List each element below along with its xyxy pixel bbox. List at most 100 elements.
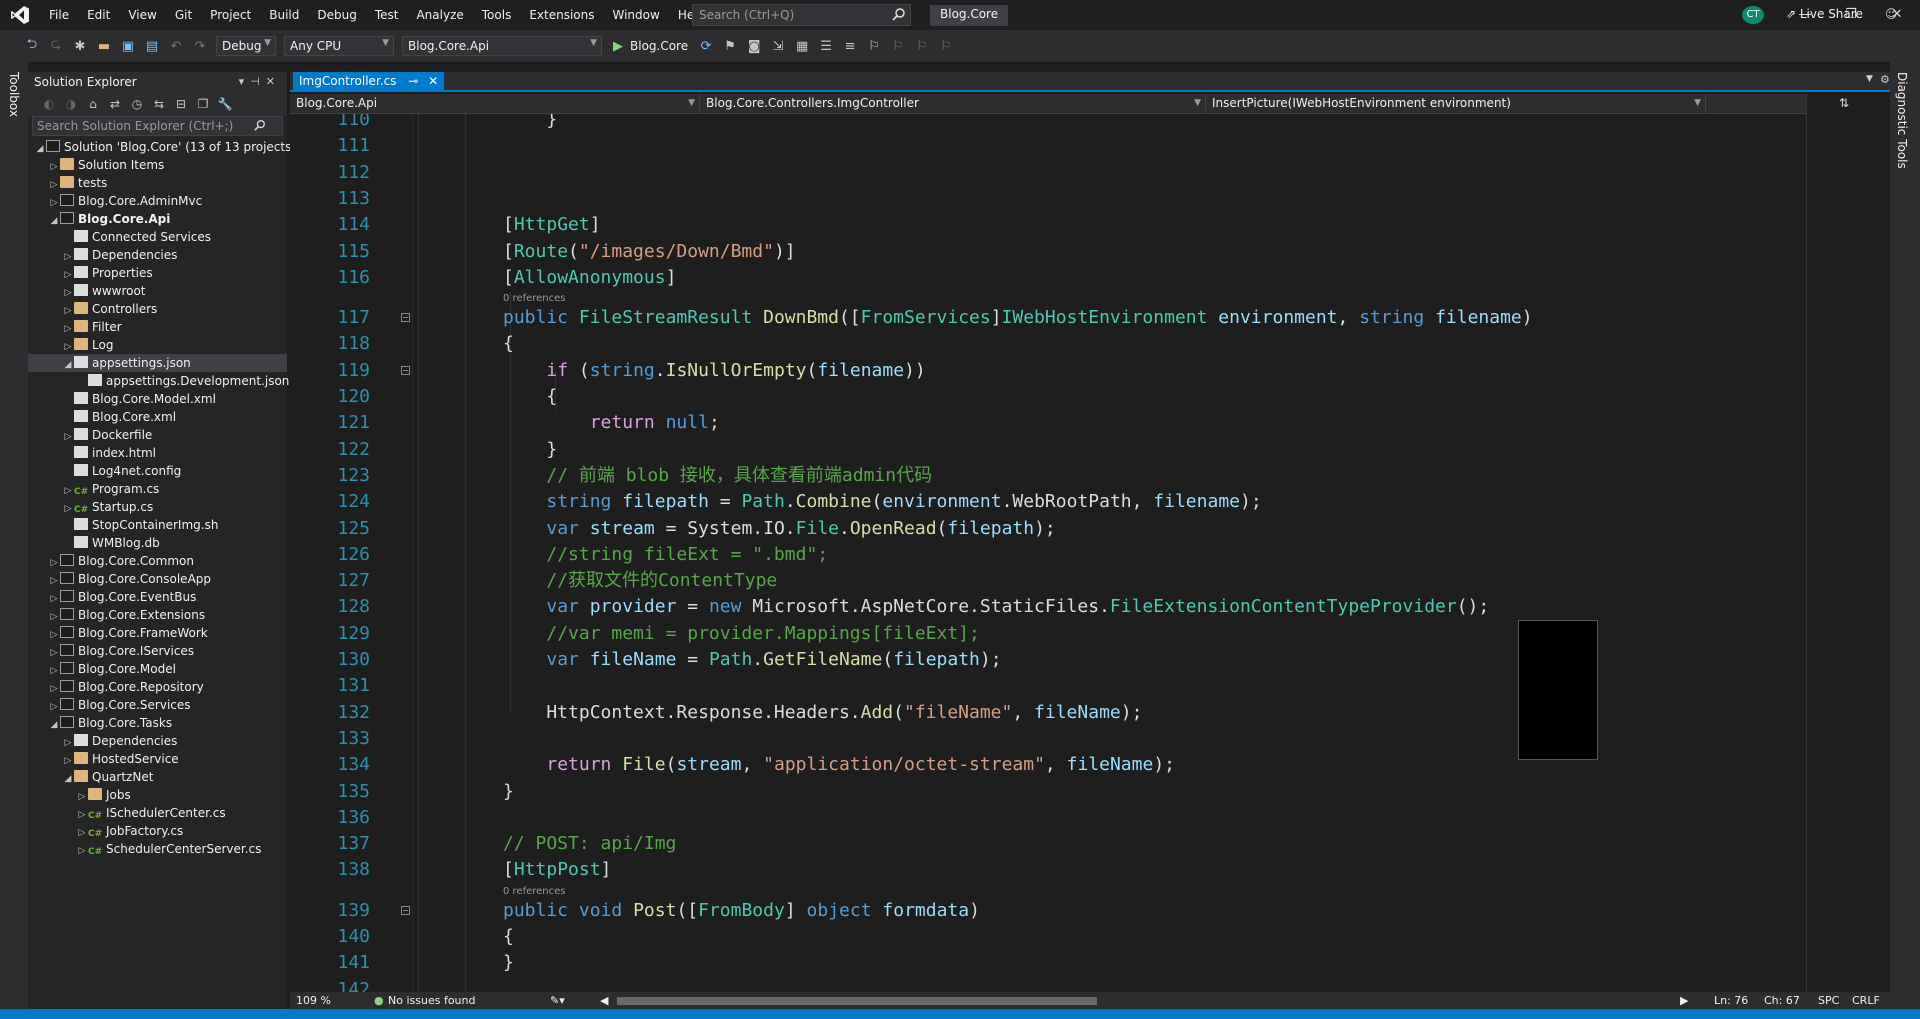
split-icon[interactable]: ⇅ xyxy=(1839,96,1849,110)
search-input[interactable]: Search (Ctrl+Q) xyxy=(692,4,911,26)
scroll-left-icon[interactable]: ◀ xyxy=(600,994,608,1007)
home-icon[interactable]: ⌂ xyxy=(85,95,101,113)
tree-item[interactable]: index.html xyxy=(28,444,287,462)
platform-dropdown[interactable]: Any CPU ▼ xyxy=(284,36,394,56)
tree-item[interactable]: ▷ Controllers xyxy=(28,300,287,318)
live-share-button[interactable]: ⇗ Live Share xyxy=(1786,7,1863,21)
camera-icon[interactable]: ◙ xyxy=(745,37,763,55)
search-icon[interactable] xyxy=(254,119,266,134)
minimap-viewport[interactable] xyxy=(1518,620,1598,760)
tree-item[interactable]: ▷ Blog.Core.Model xyxy=(28,660,287,678)
save-icon[interactable]: ▣ xyxy=(119,37,137,55)
back-icon[interactable]: ◐ xyxy=(41,95,57,113)
settings-icon[interactable]: ⚙ xyxy=(1880,73,1890,86)
refresh-icon[interactable]: ⟳ xyxy=(697,37,715,55)
pane-options-icons[interactable]: ▾⊣✕ xyxy=(239,72,281,92)
expand-arrow-icon[interactable]: ▷ xyxy=(76,842,88,860)
tree-item[interactable]: ▷ C# Startup.cs xyxy=(28,498,287,516)
tree-item[interactable]: Blog.Core.Model.xml xyxy=(28,390,287,408)
properties-icon[interactable]: 🔧 xyxy=(217,95,233,113)
tree-item[interactable]: ▷ Blog.Core.Common xyxy=(28,552,287,570)
show-all-files-icon[interactable]: ❐ xyxy=(195,95,211,113)
tree-item[interactable]: ▷ Blog.Core.Repository xyxy=(28,678,287,696)
project-dropdown[interactable]: Blog.Core.Api ▼ xyxy=(290,94,700,113)
tree-item[interactable]: ▷ HostedService xyxy=(28,750,287,768)
forward-icon[interactable]: ⮎ xyxy=(47,37,65,55)
menu-project[interactable]: Project xyxy=(201,0,260,30)
indent-mode-indicator[interactable]: SPC xyxy=(1818,994,1839,1007)
save-all-icon[interactable]: ▤ xyxy=(143,37,161,55)
menu-test[interactable]: Test xyxy=(366,0,408,30)
collapse-region-icon[interactable]: − xyxy=(401,365,410,375)
close-icon[interactable]: ✕ xyxy=(428,74,438,88)
tree-item[interactable]: ▷ C# JobFactory.cs xyxy=(28,822,287,840)
class-dropdown[interactable]: Blog.Core.Controllers.ImgController ▼ xyxy=(700,94,1206,113)
tree-item[interactable]: ▷ Blog.Core.FrameWork xyxy=(28,624,287,642)
browser-link-icon[interactable]: ⚑ xyxy=(721,37,739,55)
tree-item[interactable]: ▷ Blog.Core.Services xyxy=(28,696,287,714)
tree-item[interactable]: ▷ Dependencies xyxy=(28,246,287,264)
collapse-region-icon[interactable]: − xyxy=(401,905,410,915)
tree-item[interactable]: ▷ Blog.Core.Extensions xyxy=(28,606,287,624)
pin-icon[interactable]: ⊸ xyxy=(408,74,418,88)
tab-imgcontroller[interactable]: ImgController.cs ⊸ ✕ xyxy=(293,72,445,92)
prev-bookmark-icon[interactable]: ⚐ xyxy=(889,37,907,55)
pending-changes-icon[interactable]: ◷ xyxy=(129,95,145,113)
redo-icon[interactable]: ↷ xyxy=(191,37,209,55)
feedback-icon[interactable]: ☺ xyxy=(1885,7,1898,21)
tab-list-icon[interactable]: ▼ xyxy=(1866,74,1873,84)
menu-build[interactable]: Build xyxy=(260,0,308,30)
bookmark-icon[interactable]: ⚐ xyxy=(865,37,883,55)
member-dropdown[interactable]: InsertPicture(IWebHostEnvironment enviro… xyxy=(1206,94,1706,113)
code-editor[interactable]: 110 } 111 112 113 114 [HttpGet] 115 [Route("/im… xyxy=(290,114,1806,992)
search-icon[interactable] xyxy=(892,7,906,21)
tree-item[interactable]: ▷ Filter xyxy=(28,318,287,336)
step-icon[interactable]: ⇲ xyxy=(769,37,787,55)
tree-item[interactable]: ◢ Solution 'Blog.Core' (13 of 13 projects… xyxy=(28,138,296,156)
uncomment-icon[interactable]: ≡ xyxy=(841,37,859,55)
tree-item[interactable]: Log4net.config xyxy=(28,462,287,480)
menu-git[interactable]: Git xyxy=(166,0,201,30)
tree-item[interactable]: ▷ C# SchedulerCenterServer.cs xyxy=(28,840,287,858)
tree-item[interactable]: ▷ wwwroot xyxy=(28,282,287,300)
tree-item[interactable]: ◢ appsettings.json xyxy=(28,354,287,372)
comment-icon[interactable]: ☰ xyxy=(817,37,835,55)
collapse-region-icon[interactable]: − xyxy=(401,313,410,323)
zoom-level[interactable]: 109 % xyxy=(296,994,331,1007)
new-project-icon[interactable]: ✱ xyxy=(71,37,89,55)
tree-item[interactable]: Connected Services xyxy=(28,228,287,246)
menu-edit[interactable]: Edit xyxy=(78,0,119,30)
scroll-right-icon[interactable]: ▶ xyxy=(1680,994,1688,1007)
tree-item[interactable]: ▷ C# Program.cs xyxy=(28,480,287,498)
line-ending-indicator[interactable]: CRLF xyxy=(1852,994,1880,1007)
issues-status[interactable]: No issues found xyxy=(388,994,475,1007)
tree-item[interactable]: ▷ Blog.Core.EventBus xyxy=(28,588,287,606)
open-file-icon[interactable]: ▬ xyxy=(95,37,113,55)
tree-item[interactable]: ▷ Blog.Core.ConsoleApp xyxy=(28,570,287,588)
horizontal-scrollbar[interactable] xyxy=(617,997,1097,1005)
tree-item[interactable]: ◢ Blog.Core.Tasks xyxy=(28,714,287,732)
tree-item[interactable]: ▷ C# ISchedulerCenter.cs xyxy=(28,804,287,822)
tree-item[interactable]: ▷ Dockerfile xyxy=(28,426,287,444)
solution-explorer-search-input[interactable]: Search Solution Explorer (Ctrl+;) xyxy=(32,116,283,136)
codelens-references[interactable]: 0 references xyxy=(503,292,566,306)
tree-item[interactable]: ▷ Blog.Core.AdminMvc xyxy=(28,192,287,210)
switch-views-icon[interactable]: ⇄ xyxy=(107,95,123,113)
next-bookmark-icon[interactable]: ⚐ xyxy=(913,37,931,55)
diagnostic-tools-tab[interactable]: Diagnostic Tools xyxy=(1895,72,1909,169)
tree-item[interactable]: WMBlog.db xyxy=(28,534,287,552)
layout-icon[interactable]: ▦ xyxy=(793,37,811,55)
menu-file[interactable]: File xyxy=(40,0,78,30)
sync-icon[interactable]: ⇆ xyxy=(151,95,167,113)
brush-icon[interactable]: ✎▾ xyxy=(550,994,565,1007)
minimap[interactable]: ⇅ xyxy=(1806,94,1890,992)
tree-item[interactable]: StopContainerImg.sh xyxy=(28,516,287,534)
run-button-label[interactable]: Blog.Core xyxy=(630,39,688,53)
menu-view[interactable]: View xyxy=(119,0,165,30)
menu-tools[interactable]: Tools xyxy=(473,0,521,30)
tree-item[interactable]: ◢ Blog.Core.Api xyxy=(28,210,287,228)
tree-item[interactable]: ▷ Blog.Core.IServices xyxy=(28,642,287,660)
tree-item[interactable]: ▷ Properties xyxy=(28,264,287,282)
tree-item[interactable]: ▷ Log xyxy=(28,336,287,354)
tree-item[interactable]: ▷ Dependencies xyxy=(28,732,287,750)
